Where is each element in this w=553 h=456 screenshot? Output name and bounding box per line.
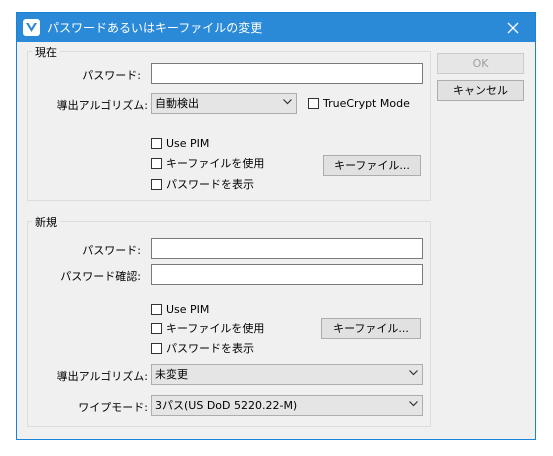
new-prf-label: 導出アルゴリズム: [56,370,148,383]
wipe-mode-select[interactable]: 3パス(US DoD 5220.22-M) [151,395,423,416]
checkbox-box [151,157,162,169]
new-use-keyfiles-label: キーファイルを使用 [166,322,265,335]
new-display-password-checkbox[interactable]: パスワードを表示 [151,342,254,356]
checkbox-box [308,97,319,109]
new-use-keyfiles-checkbox[interactable]: キーファイルを使用 [151,322,264,336]
new-prf-select[interactable]: 未変更 [151,364,423,385]
current-password-input[interactable] [151,63,423,84]
current-prf-value: 自動検出 [155,97,199,110]
change-password-dialog: パスワードあるいはキーファイルの変更 OK キャンセル 現在 パスワード: 導出… [16,12,536,440]
close-button[interactable] [491,13,535,42]
current-use-keyfiles-checkbox[interactable]: キーファイルを使用 [151,157,264,171]
close-icon [507,22,519,33]
chevron-down-icon [409,401,418,407]
chevron-down-icon [283,99,292,105]
new-group-title: 新規 [32,214,60,230]
current-keyfiles-button[interactable]: キーファイル... [323,155,421,176]
checkbox-box [151,178,162,190]
new-use-pim-label: Use PIM [166,303,210,316]
checkbox-box [151,342,162,354]
current-display-password-checkbox[interactable]: パスワードを表示 [151,178,254,192]
new-use-pim-checkbox[interactable]: Use PIM [151,303,209,317]
current-use-keyfiles-label: キーファイルを使用 [166,157,265,170]
cancel-button[interactable]: キャンセル [437,80,524,101]
checkbox-box [151,303,162,315]
new-password-input[interactable] [151,238,423,259]
checkbox-box [151,322,162,334]
confirm-password-input[interactable] [151,264,423,285]
ok-button[interactable]: OK [437,53,524,74]
truecrypt-mode-label: TrueCrypt Mode [323,97,410,110]
new-display-password-label: パスワードを表示 [166,342,254,355]
wipe-mode-label: ワイプモード: [78,401,148,414]
current-password-label: パスワード: [82,69,141,82]
wipe-mode-value: 3パス(US DoD 5220.22-M) [155,399,298,412]
new-password-label: パスワード: [82,244,141,257]
title-bar[interactable]: パスワードあるいはキーファイルの変更 [17,13,535,42]
current-prf-label: 導出アルゴリズム: [56,99,148,112]
current-use-pim-checkbox[interactable]: Use PIM [151,137,209,151]
current-prf-select[interactable]: 自動検出 [151,93,297,114]
new-keyfiles-button[interactable]: キーファイル... [321,318,421,339]
new-prf-value: 未変更 [155,368,188,381]
checkbox-box [151,137,162,149]
current-use-pim-label: Use PIM [166,137,210,150]
truecrypt-mode-checkbox[interactable]: TrueCrypt Mode [308,97,410,111]
veracrypt-logo-icon [23,19,40,36]
chevron-down-icon [409,370,418,376]
confirm-password-label: パスワード確認: [60,270,141,283]
window-title: パスワードあるいはキーファイルの変更 [47,21,263,35]
current-display-password-label: パスワードを表示 [166,178,254,191]
current-group-title: 現在 [32,44,60,60]
